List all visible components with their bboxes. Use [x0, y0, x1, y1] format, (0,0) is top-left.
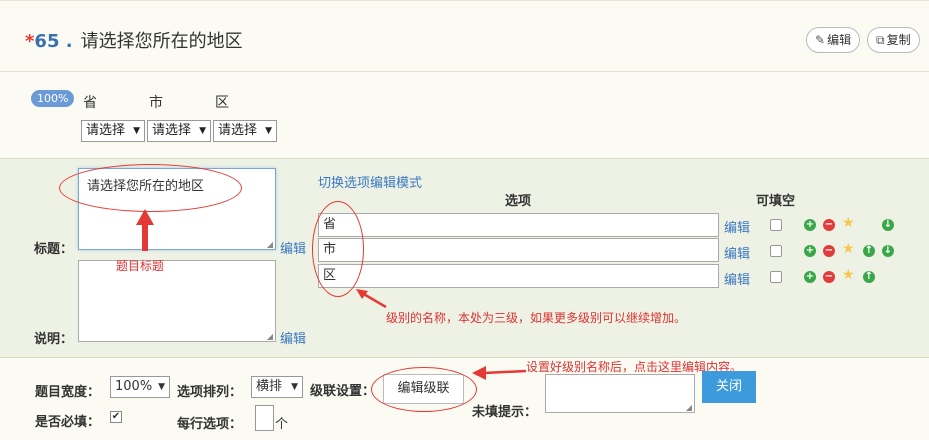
hint-textarea[interactable]: ◢	[545, 374, 695, 413]
level-label-district: 区	[215, 95, 229, 111]
dropdown-arrow-icon: ▼	[265, 126, 272, 136]
description-textarea[interactable]: ◢	[78, 260, 276, 342]
switch-mode-link[interactable]: 切换选项编辑模式	[318, 172, 422, 191]
move-up-icon[interactable]: ↑	[863, 271, 875, 283]
width-select[interactable]: 100% ▼	[110, 376, 170, 398]
description-edit-link[interactable]: 编辑	[280, 328, 306, 347]
remove-option-icon[interactable]: −	[823, 271, 835, 283]
title-annotation-arrow	[136, 209, 154, 251]
move-up-icon[interactable]: ↑	[863, 245, 875, 257]
arrange-label: 选项排列：	[177, 385, 243, 400]
city-select[interactable]: 请选择 ▼	[147, 120, 211, 142]
level-annotation-note: 级别的名称，本处为三级，如果更多级别可以继续增加。	[386, 311, 687, 325]
level-annotation-arrow	[356, 289, 387, 309]
option-edit-link[interactable]: 编辑	[724, 243, 750, 262]
star-icon[interactable]: ★	[842, 215, 855, 231]
star-icon[interactable]: ★	[842, 241, 855, 257]
dropdown-arrow-icon: ▼	[199, 126, 206, 136]
dropdown-arrow-icon: ▼	[133, 126, 140, 136]
fillable-checkbox[interactable]	[770, 271, 782, 283]
fillable-checkbox[interactable]	[770, 245, 782, 257]
per-row-unit: 个	[275, 417, 289, 432]
pencil-icon: ✎	[815, 33, 826, 47]
cascade-highlight-ellipse	[371, 367, 477, 412]
hint-label: 未填提示：	[472, 405, 538, 420]
per-row-input[interactable]	[255, 405, 274, 431]
width-label: 题目宽度：	[35, 385, 101, 400]
copy-button[interactable]: ⧉ 复制	[867, 27, 920, 53]
edit-button[interactable]: ✎ 编辑	[806, 27, 861, 53]
required-mark: *	[25, 31, 35, 52]
required-label: 是否必填：	[35, 415, 101, 430]
option-input[interactable]: 市	[318, 238, 719, 262]
option-edit-link[interactable]: 编辑	[724, 217, 750, 236]
level-label-city: 市	[149, 95, 163, 111]
title-annotation-note: 题目标题	[116, 259, 165, 273]
star-icon[interactable]: ★	[842, 267, 855, 283]
district-select[interactable]: 请选择 ▼	[213, 120, 277, 142]
title-highlight-ellipse	[59, 164, 242, 212]
close-button[interactable]: 关闭	[702, 371, 756, 403]
add-option-icon[interactable]: +	[804, 245, 816, 257]
fillable-column-header: 可填空	[756, 194, 796, 209]
remove-option-icon[interactable]: −	[823, 245, 835, 257]
title-edit-link[interactable]: 编辑	[280, 238, 306, 257]
description-label: 说明：	[34, 332, 74, 347]
option-input[interactable]: 省	[318, 213, 719, 237]
header-divider	[0, 71, 929, 72]
question-number: 65 .	[34, 31, 73, 52]
title-label: 标题：	[34, 242, 74, 257]
resize-grip-icon[interactable]: ◢	[267, 332, 273, 341]
option-input[interactable]: 区	[318, 264, 719, 288]
cascade-annotation-arrow	[472, 366, 527, 380]
province-select[interactable]: 请选择 ▼	[81, 120, 145, 142]
question-heading: *65 . 请选择您所在的地区	[25, 27, 243, 53]
resize-grip-icon[interactable]: ◢	[267, 240, 273, 249]
question-panel: *65 . 请选择您所在的地区 ✎ 编辑 ⧉ 复制 100% 省 市 区 请选择 ▼ 请…	[0, 0, 929, 440]
required-checkbox[interactable]: ✔	[110, 411, 122, 423]
add-option-icon[interactable]: +	[804, 219, 816, 231]
option-column-header: 选项	[505, 194, 532, 209]
move-down-icon[interactable]: ↓	[882, 245, 894, 257]
options-highlight-ellipse	[312, 201, 364, 297]
fillable-checkbox[interactable]	[770, 219, 782, 231]
remove-option-icon[interactable]: −	[823, 219, 835, 231]
option-edit-link[interactable]: 编辑	[724, 269, 750, 288]
per-row-label: 每行选项：	[177, 417, 243, 432]
add-option-icon[interactable]: +	[804, 271, 816, 283]
dropdown-arrow-icon: ▼	[291, 382, 298, 392]
copy-icon: ⧉	[876, 33, 885, 47]
progress-badge: 100%	[31, 90, 75, 107]
arrange-select[interactable]: 横排 ▼	[251, 376, 303, 398]
move-down-icon[interactable]: ↓	[882, 219, 894, 231]
dropdown-arrow-icon: ▼	[158, 382, 165, 392]
level-label-province: 省	[83, 95, 97, 111]
question-title: 请选择您所在的地区	[80, 31, 243, 52]
cascade-label: 级联设置：	[310, 384, 376, 399]
resize-grip-icon[interactable]: ◢	[686, 403, 692, 412]
